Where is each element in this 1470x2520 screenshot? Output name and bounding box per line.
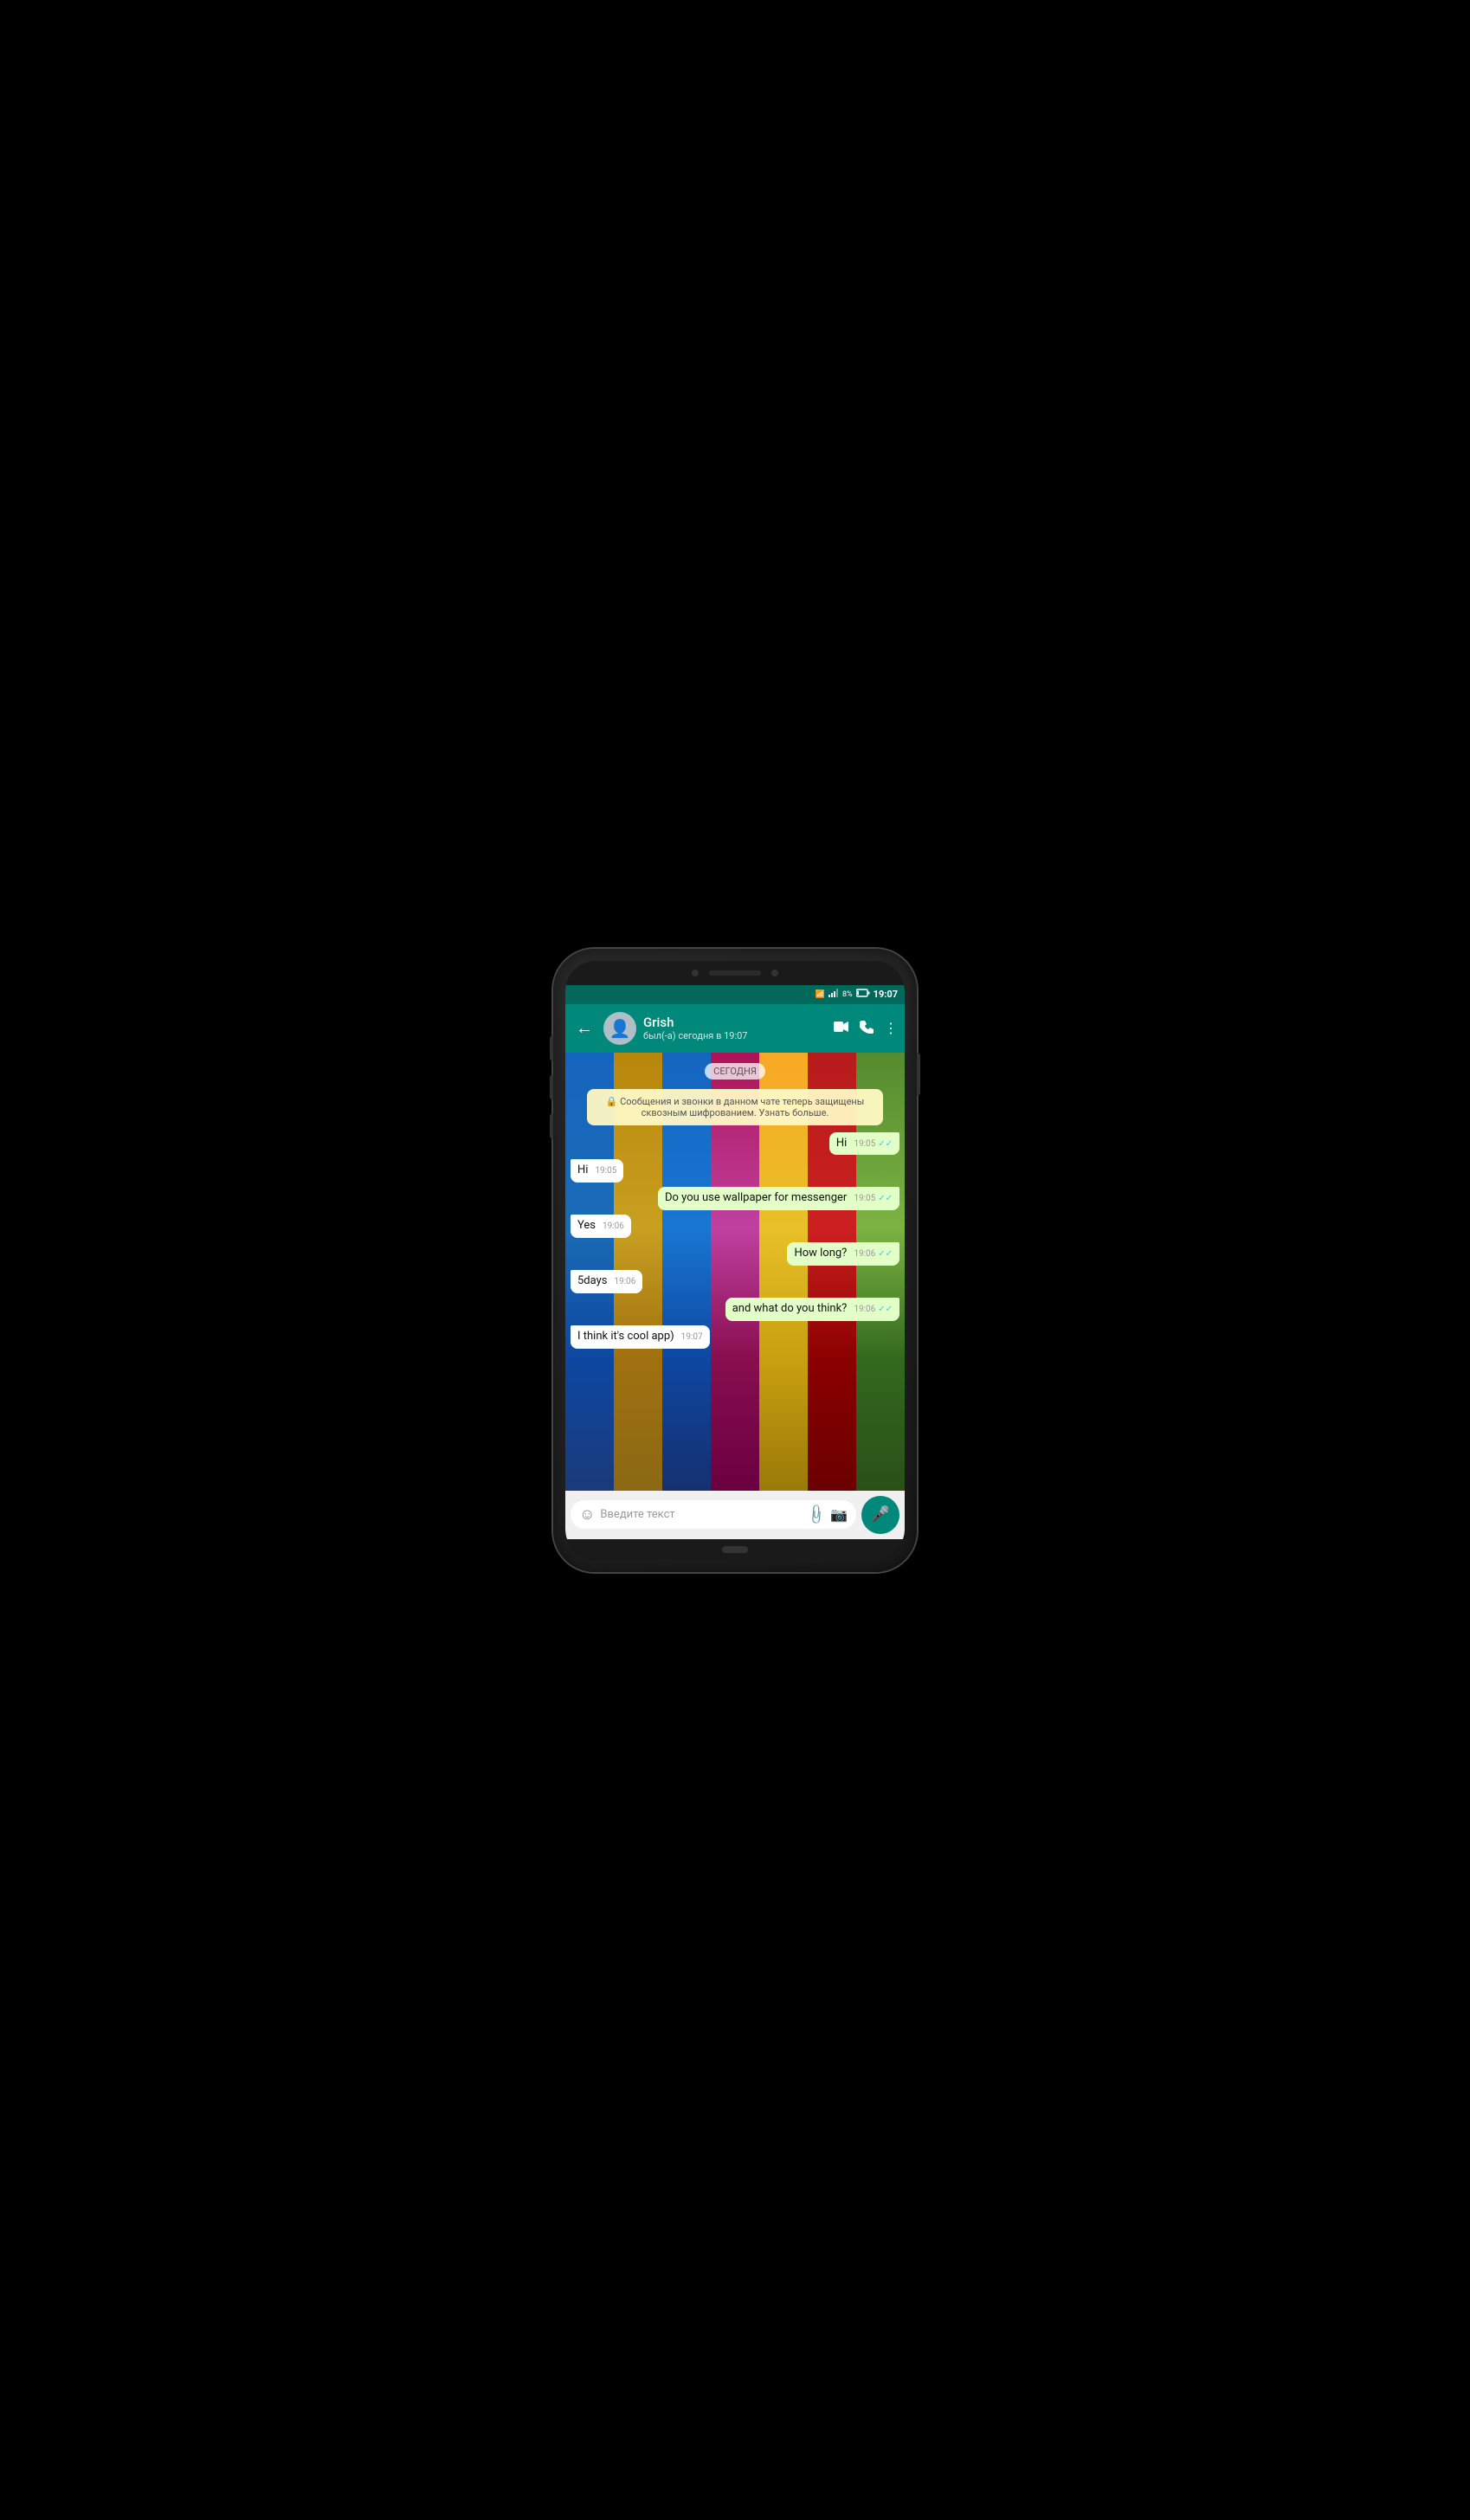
phone-top-notch [565,961,905,985]
read-receipt-icon: ✓✓ [878,1138,893,1150]
message-time: 19:06 [854,1304,875,1315]
wifi-icon: 📶 [816,990,825,999]
contact-status: был(-а) сегодня в 19:07 [643,1030,827,1041]
read-receipt-icon: ✓✓ [878,1304,893,1315]
back-button[interactable]: ← [572,1014,596,1042]
message-meta: 19:06 ✓✓ [854,1304,893,1315]
contact-info[interactable]: Grish был(-а) сегодня в 19:07 [643,1015,827,1041]
message-time: 19:06 [854,1248,875,1260]
message-time: 19:06 [603,1221,624,1232]
message-bubble: I think it's cool app) 19:07 [571,1325,710,1349]
message-bubble: How long? 19:06 ✓✓ [787,1242,899,1266]
message-text: Hi [836,1137,847,1150]
message-text: and what do you think? [732,1302,848,1315]
message-text: How long? [794,1247,847,1260]
message-meta: 19:06 [603,1221,624,1232]
message-meta: 19:06 ✓✓ [854,1248,893,1260]
message-time: 19:05 [854,1138,875,1150]
voice-call-icon[interactable] [860,1020,874,1037]
message-meta: 19:05 ✓✓ [854,1138,893,1150]
date-badge: СЕГОДНЯ [705,1063,765,1080]
message-input[interactable]: Введите текст [600,1508,803,1521]
message-text: Do you use wallpaper for messenger [665,1191,847,1204]
message-row: 5days 19:06 [571,1270,899,1293]
messages-container: СЕГОДНЯ 🔒 Сообщения и звонки в данном ча… [565,1053,905,1357]
power-button [917,1053,920,1096]
app-screen: 📶 8% [565,985,905,1539]
message-time: 19:05 [595,1165,616,1176]
status-icons: 📶 8% [816,989,898,1000]
attach-button[interactable]: 📎 [804,1503,828,1527]
message-row: and what do you think? 19:06 ✓✓ [571,1298,899,1321]
read-receipt-icon: ✓✓ [878,1248,893,1260]
message-row: I think it's cool app) 19:07 [571,1325,899,1349]
signal-icon [828,989,839,1000]
read-receipt-icon: ✓✓ [878,1193,893,1204]
battery-icon [856,989,870,1000]
message-bubble: Hi 19:05 [571,1159,623,1183]
message-row: Hi 19:05 ✓✓ [571,1132,899,1156]
message-text: Yes [577,1219,596,1232]
mic-icon: 🎤 [871,1505,890,1524]
message-text: Hi [577,1163,588,1176]
video-call-icon[interactable] [834,1020,849,1036]
encryption-text: 🔒 Сообщения и звонки в данном чате тепер… [606,1096,865,1118]
message-bubble: 5days 19:06 [571,1270,642,1293]
message-meta: 19:05 ✓✓ [854,1193,893,1204]
message-bubble: Hi 19:05 ✓✓ [829,1132,899,1156]
message-row: Hi 19:05 [571,1159,899,1183]
message-meta: 19:07 [681,1331,703,1343]
message-time: 19:07 [681,1331,703,1343]
contact-name: Grish [643,1015,827,1030]
header-actions: ⋮ [834,1020,898,1037]
battery-percent: 8% [842,990,853,999]
phone-device: 📶 8% [553,949,917,1572]
front-camera [692,970,699,976]
encryption-notice: 🔒 Сообщения и звонки в данном чате тепер… [587,1089,883,1125]
chat-header: ← 👤 Grish был(-а) сегодня в 19:07 [565,1004,905,1053]
phone-screen: 📶 8% [565,961,905,1560]
mic-button[interactable]: 🎤 [861,1496,899,1534]
message-time: 19:06 [614,1276,635,1287]
message-meta: 19:06 [614,1276,635,1287]
phone-bottom-bar [565,1539,905,1560]
more-options-icon[interactable]: ⋮ [884,1020,898,1036]
message-bubble: and what do you think? 19:06 ✓✓ [725,1298,899,1321]
silent-button [550,1113,553,1139]
message-text: 5days [577,1274,607,1287]
chat-area: СЕГОДНЯ 🔒 Сообщения и звонки в данном ча… [565,1053,905,1491]
status-bar: 📶 8% [565,985,905,1004]
sensor [771,970,778,976]
message-row: Yes 19:06 [571,1215,899,1238]
message-time: 19:05 [854,1193,875,1204]
message-row: Do you use wallpaper for messenger 19:05… [571,1187,899,1210]
message-bubble: Yes 19:06 [571,1215,631,1238]
status-time: 19:07 [874,989,898,1000]
input-bar: ☺ Введите текст 📎 📷 🎤 [565,1491,905,1539]
avatar-icon: 👤 [609,1018,631,1039]
message-input-container: ☺ Введите текст 📎 📷 [571,1500,856,1529]
camera-button[interactable]: 📷 [830,1506,848,1523]
home-button [722,1546,748,1553]
volume-up-button [550,1035,553,1061]
message-bubble: Do you use wallpaper for messenger 19:05… [658,1187,899,1210]
message-meta: 19:05 [595,1165,616,1176]
volume-down-button [550,1074,553,1100]
avatar[interactable]: 👤 [603,1012,636,1045]
message-row: How long? 19:06 ✓✓ [571,1242,899,1266]
message-text: I think it's cool app) [577,1330,674,1343]
earpiece-speaker [709,970,761,976]
emoji-button[interactable]: ☺ [579,1505,595,1524]
